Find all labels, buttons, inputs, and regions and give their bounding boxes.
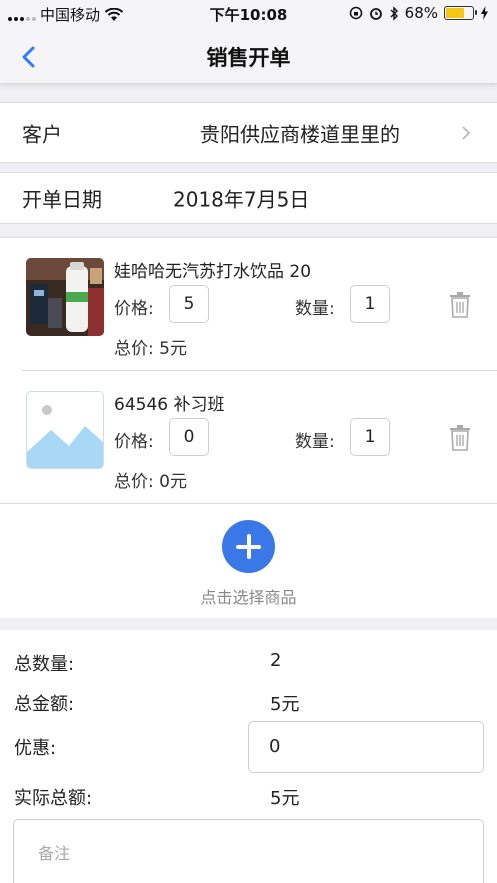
trash-icon[interactable] xyxy=(448,425,472,451)
total-amount-label: 总金额: xyxy=(14,694,75,715)
alarm-icon xyxy=(369,8,382,20)
order-summary: 总数量: 2 总金额: 5元 优惠: 0 实际总额: 5元 备注 xyxy=(0,630,497,883)
battery-percent: 68% xyxy=(404,4,438,22)
page-title: 销售开单 xyxy=(206,46,291,70)
trash-icon[interactable] xyxy=(448,292,472,318)
add-product-area: 点击选择商品 xyxy=(0,504,497,619)
chevron-right-icon xyxy=(462,125,471,140)
charging-icon xyxy=(481,6,488,20)
actual-total-label: 实际总额: xyxy=(14,788,93,809)
price-label: 价格: xyxy=(114,299,154,319)
image-placeholder-icon xyxy=(26,391,104,469)
remark-placeholder: 备注 xyxy=(38,844,71,863)
item-total: 总价: 0元 xyxy=(114,472,187,492)
customer-label: 客户 xyxy=(22,122,62,146)
add-product-label[interactable]: 点击选择商品 xyxy=(0,584,497,608)
quantity-input[interactable]: 1 xyxy=(350,418,390,456)
add-product-button[interactable] xyxy=(222,520,275,573)
lock-rotation-icon xyxy=(349,6,362,20)
price-input[interactable]: 0 xyxy=(169,418,209,456)
remark-field[interactable]: 备注 xyxy=(13,819,484,883)
product-name: 64546 补习班 xyxy=(114,395,225,415)
discount-input[interactable]: 0 xyxy=(248,721,484,773)
total-quantity-label: 总数量: xyxy=(14,654,75,675)
actual-total-value: 5元 xyxy=(270,788,300,809)
list-item: 娃哈哈无汽苏打水饮品 20 价格: 5 数量: 1 总价: 5元 xyxy=(0,238,497,371)
order-date-label: 开单日期 xyxy=(22,187,102,212)
status-right: 68% xyxy=(349,4,489,22)
battery-icon xyxy=(444,6,477,20)
quantity-label: 数量: xyxy=(295,432,335,452)
customer-value: 贵阳供应商楼道里里的 xyxy=(200,122,400,146)
battery-fill xyxy=(446,8,464,18)
order-date-row[interactable]: 开单日期 2018年7月5日 xyxy=(0,172,497,224)
status-bar: 中国移动 下午10:08 68% xyxy=(0,0,497,28)
item-total: 总价: 5元 xyxy=(114,339,187,359)
price-input[interactable]: 5 xyxy=(169,285,209,323)
price-label: 价格: xyxy=(114,432,154,452)
order-date-value: 2018年7月5日 xyxy=(173,187,310,212)
list-item: 64546 补习班 价格: 0 数量: 1 总价: 0元 xyxy=(0,371,497,504)
discount-label: 优惠: xyxy=(14,738,57,759)
total-quantity-value: 2 xyxy=(270,650,282,671)
bluetooth-icon xyxy=(390,5,398,21)
quantity-label: 数量: xyxy=(295,299,335,319)
total-amount-value: 5元 xyxy=(270,694,300,715)
quantity-input[interactable]: 1 xyxy=(350,285,390,323)
product-name: 娃哈哈无汽苏打水饮品 20 xyxy=(114,262,312,282)
product-list: 娃哈哈无汽苏打水饮品 20 价格: 5 数量: 1 总价: 5元 64546 补… xyxy=(0,237,497,618)
customer-row[interactable]: 客户 贵阳供应商楼道里里的 xyxy=(0,102,497,163)
product-photo xyxy=(26,258,104,336)
nav-bar: 销售开单 xyxy=(0,28,497,84)
